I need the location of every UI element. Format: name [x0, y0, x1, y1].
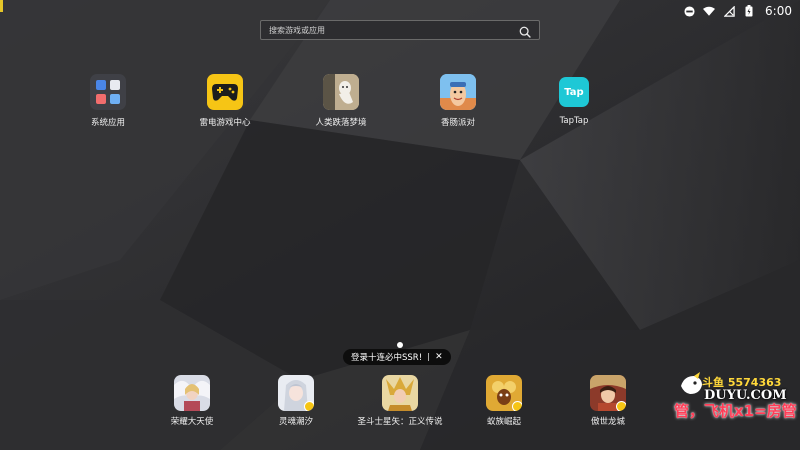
douyu-fish-logo-icon [681, 372, 702, 394]
dock-app-linghun[interactable]: 灵魂潮汐 [241, 375, 351, 427]
dock-app-label: 傲世龙城 [590, 417, 625, 427]
app-leidian-game-center[interactable]: 雷电游戏中心 [175, 74, 275, 128]
close-icon[interactable]: ✕ [435, 352, 443, 362]
dock-app-saint-seiya[interactable]: 圣斗士星矢：正义传说 [345, 375, 455, 427]
game-icon-ant [486, 375, 522, 411]
gift-badge-icon [304, 401, 314, 411]
game-icon-anime-girl [278, 375, 314, 411]
do-not-disturb-icon [683, 5, 695, 17]
taptap-logo-text: Tap [564, 86, 584, 98]
app-taptap[interactable]: Tap TapTap [524, 74, 624, 126]
promo-toast[interactable]: 登录十连必中SSR! ✕ [343, 349, 451, 365]
dock-app-label: 灵魂潮汐 [278, 417, 313, 427]
dock-app-label: 荣耀大天使 [170, 417, 214, 427]
taptap-icon: Tap [559, 77, 589, 107]
gift-badge-icon [616, 401, 626, 411]
app-system-apps[interactable]: 系统应用 [58, 74, 158, 128]
app-label: 雷电游戏中心 [199, 118, 251, 128]
search-bar[interactable] [260, 20, 540, 40]
app-human-fall-flat[interactable]: 人类跌落梦境 [291, 74, 391, 128]
app-label: 系统应用 [90, 118, 125, 128]
toast-divider [428, 353, 430, 361]
stream-watermark: 斗鱼 5574363 DUYU.COM 管，飞机x1=房管 [674, 370, 797, 445]
search-icon[interactable] [519, 23, 533, 38]
watermark-fan-text: 管，飞机x1=房管 [674, 402, 797, 420]
dock-app-ant-rise[interactable]: 蚁族崛起 [449, 375, 559, 427]
system-apps-folder-icon [90, 74, 126, 110]
dock-app-rongyao[interactable]: 荣耀大天使 [137, 375, 247, 427]
wifi-icon [703, 5, 716, 17]
sausage-party-icon [440, 74, 476, 110]
clock: 6:00 [765, 4, 792, 18]
human-fall-flat-icon [323, 74, 359, 110]
dock-app-label: 圣斗士星矢：正义传说 [357, 417, 443, 427]
toast-text: 登录十连必中SSR! [351, 353, 423, 363]
gamepad-icon [207, 74, 243, 110]
cellular-off-icon [723, 5, 735, 17]
status-bar: 6:00 [683, 0, 800, 22]
page-indicator-dot[interactable] [397, 342, 403, 348]
battery-icon [743, 5, 755, 17]
game-icon-angel [174, 375, 210, 411]
search-input[interactable] [261, 21, 519, 39]
app-sausage-party[interactable]: 香肠派对 [408, 74, 508, 128]
game-icon-dragon-city [590, 375, 626, 411]
dock-app-label: 蚁族崛起 [486, 417, 521, 427]
gift-badge-icon [512, 401, 522, 411]
corner-indicator [0, 0, 3, 12]
app-label: 香肠派对 [440, 118, 475, 128]
app-label: TapTap [559, 116, 589, 126]
game-icon-saint-seiya [382, 375, 418, 411]
dock-app-aoshi-longcheng[interactable]: 傲世龙城 [553, 375, 663, 427]
app-label: 人类跌落梦境 [315, 118, 367, 128]
